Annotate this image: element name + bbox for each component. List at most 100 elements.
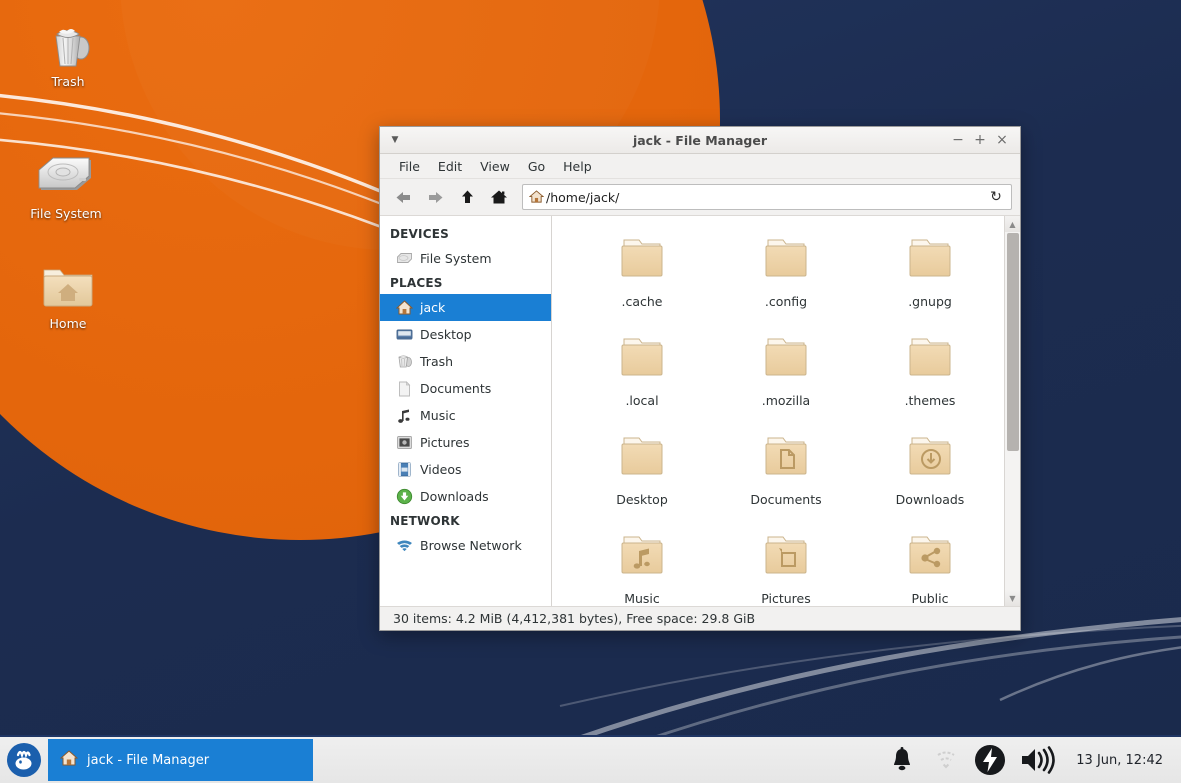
sidebar-item-label: Downloads [420, 489, 489, 504]
window-controls: − + × [947, 129, 1020, 151]
sidebar-item-browse-network[interactable]: Browse Network [380, 532, 551, 559]
file-item[interactable]: .local [570, 329, 714, 428]
sidebar-item-file-system[interactable]: File System [380, 245, 551, 272]
forward-arrow-icon [428, 191, 442, 203]
forward-button[interactable] [420, 184, 450, 210]
up-button[interactable] [452, 184, 482, 210]
file-item[interactable]: .config [714, 230, 858, 329]
window-menu-arrow-icon[interactable]: ▼ [384, 135, 406, 145]
path-bar[interactable]: /home/jack/ ↻ [522, 184, 1012, 210]
sidebar-item-label: Trash [420, 354, 454, 369]
folder-icon [612, 434, 672, 490]
folder-pictures-icon [756, 533, 816, 589]
menu-edit[interactable]: Edit [429, 156, 471, 177]
notification-bell-icon[interactable] [884, 738, 920, 782]
folder-icon [612, 236, 672, 292]
sidebar-item-label: Music [420, 408, 456, 423]
file-name: .cache [621, 294, 663, 309]
desktop-icon-trash[interactable]: Trash [20, 20, 116, 89]
up-arrow-icon [461, 190, 473, 203]
desktop-icon-label: File System [30, 206, 102, 221]
path-input[interactable]: /home/jack/ [546, 190, 987, 205]
network-wifi-icon [396, 537, 413, 554]
file-name: .gnupg [908, 294, 952, 309]
sidebar-item-jack[interactable]: jack [380, 294, 551, 321]
minimize-button[interactable]: − [947, 129, 969, 151]
scroll-down-button[interactable]: ▼ [1005, 590, 1020, 606]
close-button[interactable]: × [991, 129, 1013, 151]
folder-documents-icon [756, 434, 816, 490]
sidebar-item-downloads[interactable]: Downloads [380, 483, 551, 510]
status-bar: 30 items: 4.2 MiB (4,412,381 bytes), Fre… [380, 606, 1020, 630]
volume-icon[interactable] [1016, 738, 1060, 782]
back-arrow-icon [396, 191, 410, 203]
sidebar-item-documents[interactable]: Documents [380, 375, 551, 402]
trash-icon [20, 20, 116, 72]
file-item[interactable]: .themes [858, 329, 1002, 428]
file-grid: .cache .config .gnupg .local .mozilla .t… [552, 216, 1020, 606]
sidebar-item-videos[interactable]: Videos [380, 456, 551, 483]
sidebar-item-label: File System [420, 251, 492, 266]
desktop-icon [396, 326, 413, 343]
window-title: jack - File Manager [632, 132, 768, 148]
sidebar-item-label: Documents [420, 381, 492, 396]
file-item[interactable]: .mozilla [714, 329, 858, 428]
file-item[interactable]: Documents [714, 428, 858, 527]
file-name: .local [625, 393, 659, 408]
sidebar-item-music[interactable]: Music [380, 402, 551, 429]
network-disconnected-icon[interactable] [928, 738, 964, 782]
scroll-up-button[interactable]: ▲ [1005, 216, 1020, 232]
back-button[interactable] [388, 184, 418, 210]
file-name: .themes [904, 393, 956, 408]
sidebar-heading-devices: DEVICES [390, 227, 449, 241]
menubar: File Edit View Go Help [380, 154, 1020, 179]
desktop-icon-home[interactable]: Home [20, 262, 116, 331]
menu-view[interactable]: View [471, 156, 519, 177]
maximize-button[interactable]: + [969, 129, 991, 151]
folder-icon [756, 236, 816, 292]
window-titlebar[interactable]: ▼ jack - File Manager − + × [380, 127, 1020, 154]
desktop-icon-label: Trash [51, 74, 85, 89]
desktop-icon-file-system[interactable]: File System [18, 152, 114, 221]
sidebar-item-desktop[interactable]: Desktop [380, 321, 551, 348]
file-item[interactable]: .cache [570, 230, 714, 329]
file-item[interactable]: Public [858, 527, 1002, 606]
start-button[interactable] [0, 737, 48, 783]
home-button[interactable] [484, 184, 514, 210]
power-bolt-icon[interactable] [972, 738, 1008, 782]
taskbar-window-label: jack - File Manager [87, 752, 210, 768]
clock[interactable]: 13 Jun, 12:42 [1068, 753, 1171, 768]
picture-icon [396, 434, 413, 451]
file-item[interactable]: Downloads [858, 428, 1002, 527]
file-name: Downloads [895, 492, 965, 507]
file-item[interactable]: Music [570, 527, 714, 606]
sidebar-item-label: Browse Network [420, 538, 522, 553]
sidebar-item-pictures[interactable]: Pictures [380, 429, 551, 456]
sidebar-heading-places: PLACES [390, 276, 443, 290]
scrollbar-thumb[interactable] [1007, 233, 1019, 451]
file-item[interactable]: Desktop [570, 428, 714, 527]
folder-icon [900, 335, 960, 391]
menu-go[interactable]: Go [519, 156, 554, 177]
trash-icon [396, 353, 413, 370]
folder-public-icon [900, 533, 960, 589]
menu-file[interactable]: File [390, 156, 429, 177]
sidebar-item-label: Desktop [420, 327, 472, 342]
sidebar-item-trash[interactable]: Trash [380, 348, 551, 375]
file-name: Desktop [616, 492, 668, 507]
taskbar-window-button[interactable]: jack - File Manager [48, 739, 313, 781]
file-list-view[interactable]: .cache .config .gnupg .local .mozilla .t… [552, 216, 1020, 606]
sidebar-item-label: Pictures [420, 435, 470, 450]
file-name: .mozilla [761, 393, 811, 408]
file-item[interactable]: Pictures [714, 527, 858, 606]
file-item[interactable]: .gnupg [858, 230, 1002, 329]
home-icon [491, 190, 507, 204]
file-name: Music [624, 591, 660, 606]
xfce-mouse-icon [7, 743, 41, 777]
music-note-icon [396, 407, 413, 424]
file-manager-window[interactable]: ▼ jack - File Manager − + × File Edit Vi… [379, 126, 1021, 631]
reload-icon[interactable]: ↻ [987, 189, 1005, 205]
desktop[interactable]: Trash File System Home ▼ jack - File Man… [0, 0, 1181, 783]
vertical-scrollbar[interactable]: ▲ ▼ [1004, 216, 1020, 606]
menu-help[interactable]: Help [554, 156, 601, 177]
